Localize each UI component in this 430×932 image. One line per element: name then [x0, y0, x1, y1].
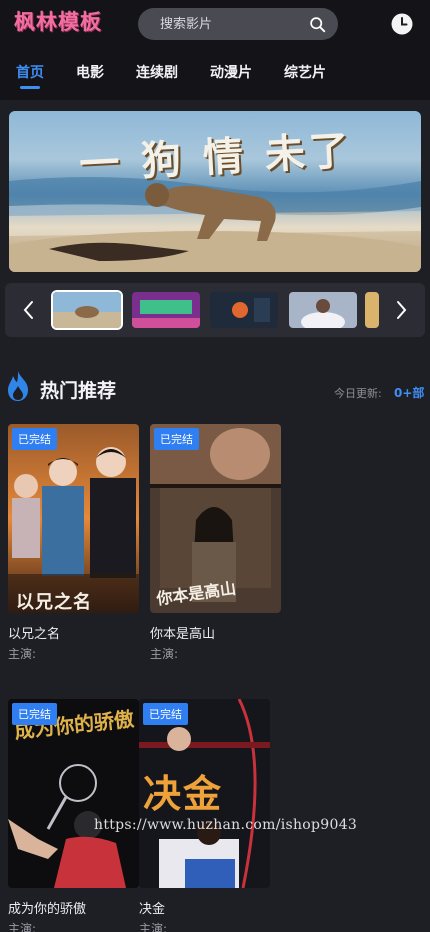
movie-card[interactable]: 以兄之名 已完结 以兄之名 主演:	[8, 424, 139, 662]
movie-poster[interactable]: 成为你的骄傲 已完结	[8, 699, 139, 888]
hero-banner[interactable]: 一 狗 情 未了	[9, 111, 421, 272]
movie-poster[interactable]: 以兄之名 已完结	[8, 424, 139, 613]
poster-title-art: 以兄之名	[16, 592, 92, 613]
hot-section-header: 热门推荐 今日更新: 0+部	[0, 368, 430, 408]
movie-title[interactable]: 你本是高山	[150, 623, 281, 642]
site-logo[interactable]: 枫林模板	[14, 6, 102, 36]
status-badge: 已完结	[12, 703, 57, 725]
tab-series[interactable]: 连续剧	[136, 62, 178, 82]
movie-title[interactable]: 以兄之名	[8, 623, 139, 642]
tab-home[interactable]: 首页	[16, 62, 44, 82]
category-nav: 首页 电影 连续剧 动漫片 综艺片	[0, 62, 430, 92]
search-bar[interactable]	[138, 8, 338, 40]
movie-cast: 主演:	[139, 922, 168, 932]
movie-poster[interactable]: 决金 已完结	[139, 699, 270, 888]
watermark-text: https://www.huzhan.com/ishop9043	[94, 817, 358, 833]
status-badge: 已完结	[143, 703, 188, 725]
movie-cast: 主演:	[150, 647, 179, 661]
clock-icon[interactable]	[391, 13, 413, 35]
movie-poster[interactable]: 你本是高山 已完结	[150, 424, 281, 613]
app-root: 枫林模板 首页 电影 连续剧 动漫片 综艺片	[0, 0, 430, 932]
section-title: 热门推荐	[40, 380, 117, 402]
search-input[interactable]	[138, 8, 306, 40]
tab-variety[interactable]: 综艺片	[284, 62, 326, 82]
search-icon[interactable]	[309, 16, 326, 33]
movie-card[interactable]: 你本是高山 已完结 你本是高山 主演:	[150, 424, 281, 662]
flame-icon	[8, 371, 28, 401]
banner-thumbnail-strip	[5, 283, 425, 337]
movie-title[interactable]: 成为你的骄傲	[8, 898, 139, 917]
tab-movies[interactable]: 电影	[76, 62, 104, 82]
movie-cast: 主演:	[8, 647, 37, 661]
movie-card[interactable]: 成为你的骄傲 已完结 成为你的骄傲 主演:	[8, 699, 139, 932]
banner-thumb-2[interactable]	[132, 292, 200, 328]
status-badge: 已完结	[12, 428, 57, 450]
banner-thumb-1[interactable]	[53, 292, 121, 328]
tab-anime[interactable]: 动漫片	[210, 62, 252, 82]
update-count: 0+部	[394, 386, 425, 400]
banner-thumb-5[interactable]	[365, 292, 379, 328]
movie-card[interactable]: 决金 已完结 决金 主演:	[139, 699, 270, 932]
banner-thumb-3[interactable]	[210, 292, 278, 328]
banner-thumb-4[interactable]	[289, 292, 357, 328]
status-badge: 已完结	[154, 428, 199, 450]
update-label: 今日更新:	[334, 387, 382, 400]
active-tab-indicator	[20, 86, 40, 89]
movie-title[interactable]: 决金	[139, 898, 270, 917]
poster-title-art: 决金	[143, 771, 224, 816]
chevron-right-icon[interactable]	[389, 297, 413, 323]
chevron-left-icon[interactable]	[17, 297, 41, 323]
movie-cast: 主演:	[8, 922, 37, 932]
top-header: 枫林模板 首页 电影 连续剧 动漫片 综艺片	[0, 0, 430, 100]
